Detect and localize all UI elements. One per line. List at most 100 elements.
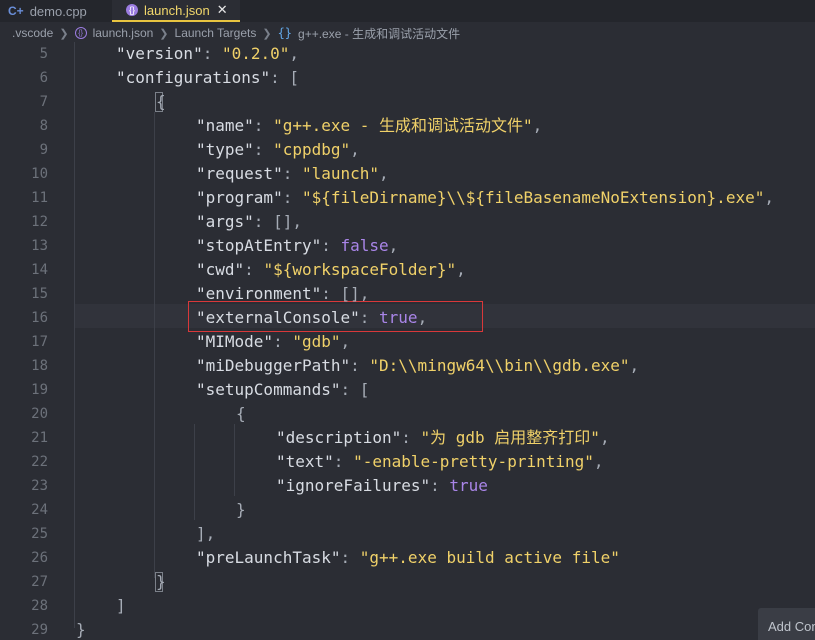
code-line[interactable]: ] xyxy=(116,594,126,618)
code-token: , xyxy=(532,116,543,135)
code-line[interactable]: } xyxy=(76,618,86,640)
code-line[interactable]: { xyxy=(156,90,166,114)
add-configuration-button[interactable]: Add Configuration... xyxy=(758,608,815,640)
code-line[interactable]: "program": "${fileDirname}\\${fileBasena… xyxy=(196,186,774,210)
line-number: 17 xyxy=(31,334,48,350)
code-token: , xyxy=(289,44,300,63)
code-line[interactable]: "environment": [], xyxy=(196,282,369,306)
code-token: "cwd" xyxy=(196,260,245,279)
code-token: false xyxy=(340,236,389,255)
line-number: 26 xyxy=(31,550,48,566)
code-line[interactable]: "preLaunchTask": "g++.exe build active f… xyxy=(196,546,620,570)
code-token: "gdb" xyxy=(292,332,341,351)
code-token: : xyxy=(430,476,450,495)
code-token: "description" xyxy=(276,428,402,447)
line-number: 15 xyxy=(31,286,48,302)
code-token: : [ xyxy=(340,380,370,399)
line-number: 14 xyxy=(31,262,48,278)
breadcrumb-item-vscode[interactable]: .vscode xyxy=(12,26,53,40)
breadcrumb: .vscode ❯ {} launch.json ❯ Launch Target… xyxy=(12,24,460,42)
code-line[interactable]: { xyxy=(236,402,246,426)
code-token: , xyxy=(593,452,604,471)
line-number: 13 xyxy=(31,238,48,254)
code-line[interactable]: "cwd": "${workspaceFolder}", xyxy=(196,258,466,282)
code-token: "g++.exe - 生成和调试活动文件" xyxy=(273,116,533,135)
code-token: "${workspaceFolder}" xyxy=(263,260,457,279)
tab-label: demo.cpp xyxy=(29,3,87,19)
code-token: } xyxy=(76,620,86,639)
code-line[interactable]: "args": [], xyxy=(196,210,302,234)
code-token: "${fileDirname}\\${fileBasenameNoExtensi… xyxy=(301,188,765,207)
code-token: : xyxy=(282,164,302,183)
code-line[interactable]: } xyxy=(156,570,166,594)
indent-guide xyxy=(194,424,195,520)
json-file-icon: {} xyxy=(126,4,138,16)
tab-launch-json[interactable]: {} launch.json ✕ xyxy=(112,0,240,22)
code-line[interactable]: ], xyxy=(196,522,215,546)
code-token: : xyxy=(401,428,421,447)
code-token: , xyxy=(350,140,360,159)
code-token: "version" xyxy=(116,44,203,63)
tab-demo-cpp[interactable]: C+ demo.cpp xyxy=(8,0,87,22)
code-token: : xyxy=(202,44,222,63)
line-number: 18 xyxy=(31,358,48,374)
code-token: { xyxy=(236,404,246,423)
code-token: "request" xyxy=(196,164,283,183)
line-number: 12 xyxy=(31,214,48,230)
line-number: 10 xyxy=(31,166,48,182)
code-line[interactable]: "name": "g++.exe - 生成和调试活动文件", xyxy=(196,114,542,138)
code-line[interactable]: "ignoreFailures": true xyxy=(276,474,488,498)
indent-guide xyxy=(74,42,75,628)
line-number: 22 xyxy=(31,454,48,470)
code-line[interactable]: } xyxy=(236,498,246,522)
code-token: , xyxy=(340,332,351,351)
code-token: "0.2.0" xyxy=(221,44,290,63)
code-token: : xyxy=(321,236,341,255)
code-token: true xyxy=(379,308,418,327)
code-token: : [ xyxy=(270,68,300,87)
code-token: : [], xyxy=(253,212,302,231)
breadcrumb-item-config[interactable]: g++.exe - 生成和调试活动文件 xyxy=(298,25,460,42)
code-token: "为 gdb 启用整齐打印" xyxy=(420,428,600,447)
code-line[interactable]: "setupCommands": [ xyxy=(196,378,369,402)
line-number: 23 xyxy=(31,478,48,494)
code-token: , xyxy=(456,260,466,279)
code-token: : xyxy=(244,260,264,279)
code-line[interactable]: "type": "cppdbg", xyxy=(196,138,360,162)
code-token: , xyxy=(417,308,428,327)
code-token: "configurations" xyxy=(116,68,271,87)
code-line[interactable]: "request": "launch", xyxy=(196,162,389,186)
line-number: 8 xyxy=(39,118,48,134)
tab-label: launch.json xyxy=(144,2,210,18)
close-icon[interactable]: ✕ xyxy=(217,2,228,18)
code-line[interactable]: "version": "0.2.0", xyxy=(116,42,299,66)
code-line[interactable]: "externalConsole": true, xyxy=(196,306,427,330)
code-line[interactable]: "miDebuggerPath": "D:\\mingw64\\bin\\gdb… xyxy=(196,354,639,378)
code-token: "program" xyxy=(196,188,283,207)
code-line[interactable]: "stopAtEntry": false, xyxy=(196,234,398,258)
code-token: ], xyxy=(196,524,216,543)
tab-bar: C+ demo.cpp {} launch.json ✕ xyxy=(0,0,815,22)
code-line[interactable]: "text": "-enable-pretty-printing", xyxy=(276,450,604,474)
code-token: true xyxy=(449,476,488,495)
line-number: 20 xyxy=(31,406,48,422)
line-number: 9 xyxy=(39,142,48,158)
code-token: , xyxy=(599,428,610,447)
code-line[interactable]: "description": "为 gdb 启用整齐打印", xyxy=(276,426,610,450)
code-token: "launch" xyxy=(301,164,380,183)
code-token: "cppdbg" xyxy=(273,140,351,159)
code-line[interactable]: "MIMode": "gdb", xyxy=(196,330,350,354)
code-editor[interactable]: 5 "version": "0.2.0", 6 "configurations": [… xyxy=(0,42,815,640)
code-token: : xyxy=(282,188,302,207)
code-token: "environment" xyxy=(196,284,322,303)
breadcrumb-item-launch-targets[interactable]: Launch Targets xyxy=(175,26,257,40)
code-token: "externalConsole" xyxy=(196,308,360,327)
line-number: 5 xyxy=(39,46,48,62)
breadcrumb-item-launch-json[interactable]: launch.json xyxy=(93,26,154,40)
line-number: 29 xyxy=(31,622,48,638)
code-token: "ignoreFailures" xyxy=(276,476,431,495)
code-line[interactable]: "configurations": [ xyxy=(116,66,299,90)
code-token: : xyxy=(340,548,360,567)
code-token: : xyxy=(350,356,370,375)
line-number: 24 xyxy=(31,502,48,518)
